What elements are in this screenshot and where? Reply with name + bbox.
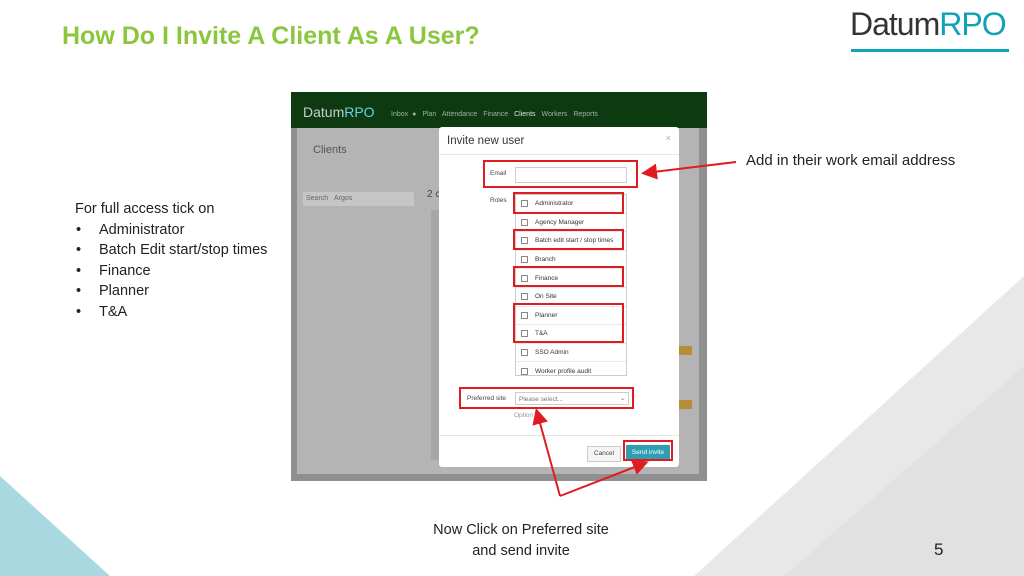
- checkbox[interactable]: [521, 367, 528, 375]
- search-label: Search: [306, 195, 329, 202]
- highlight-finance: [513, 266, 624, 287]
- search-value: Argos: [334, 195, 353, 202]
- slide-title: How Do I Invite A Client As A User?: [62, 22, 480, 50]
- nav-attendance[interactable]: Attendance: [442, 111, 477, 118]
- checkbox[interactable]: [521, 256, 528, 264]
- close-icon[interactable]: ×: [666, 133, 671, 143]
- nav-inbox[interactable]: Inbox: [391, 111, 408, 118]
- page-number: 5: [934, 540, 944, 559]
- highlight-preferred-site: [459, 387, 634, 409]
- app-navbar: DatumRPO Inbox ● Plan Attendance Finance …: [291, 92, 707, 128]
- instruction-item: Finance: [75, 261, 267, 282]
- datumrpo-logo: DatumRPO: [850, 6, 1007, 42]
- highlight-batch-edit: [513, 229, 624, 250]
- app-logo: DatumRPO: [303, 104, 375, 120]
- modal-divider: [439, 154, 679, 155]
- cancel-button[interactable]: Cancel: [587, 446, 621, 462]
- checkbox[interactable]: [521, 349, 528, 357]
- client-search[interactable]: Search Argos: [303, 192, 414, 206]
- highlight-email: [483, 160, 638, 188]
- nav-reports[interactable]: Reports: [573, 111, 598, 118]
- app-menu: Inbox ● Plan Attendance Finance Clients W…: [391, 111, 602, 118]
- instruction-item: T&A: [75, 302, 267, 323]
- nav-plan[interactable]: Plan: [422, 111, 436, 118]
- role-sso-admin[interactable]: SSO Admin: [516, 344, 626, 363]
- checkbox[interactable]: [521, 218, 528, 226]
- nav-dot-icon: ●: [412, 111, 417, 118]
- bottom-callout: Now Click on Preferred site and send inv…: [410, 520, 632, 562]
- roles-label: Roles: [490, 197, 507, 204]
- highlight-administrator: [513, 192, 624, 214]
- highlight-planner-ta: [513, 303, 624, 343]
- bottom-callout-line1: Now Click on Preferred site: [433, 522, 609, 538]
- modal-title: Invite new user: [447, 135, 525, 147]
- clients-page-title: Clients: [313, 144, 347, 156]
- instruction-item: Planner: [75, 281, 267, 302]
- nav-clients[interactable]: Clients: [514, 111, 535, 118]
- corner-decoration-left: [0, 476, 110, 576]
- instructions-block: For full access tick on Administrator Ba…: [75, 199, 267, 323]
- highlight-send-invite: [623, 440, 673, 461]
- nav-workers[interactable]: Workers: [541, 111, 567, 118]
- modal-footer-divider: [439, 435, 679, 436]
- corner-decoration-right-inner: [784, 366, 1024, 576]
- nav-finance[interactable]: Finance: [483, 111, 508, 118]
- instruction-item: Administrator: [75, 220, 267, 241]
- email-callout: Add in their work email address: [746, 152, 956, 169]
- instruction-item: Batch Edit start/stop times: [75, 240, 267, 261]
- checkbox[interactable]: [521, 293, 528, 301]
- instructions-list: Administrator Batch Edit start/stop time…: [75, 220, 267, 323]
- options-text: Option: [514, 412, 534, 419]
- role-worker-profile-audit[interactable]: Worker profile audit: [516, 362, 626, 375]
- bottom-callout-line2: and send invite: [472, 543, 570, 559]
- instructions-intro: For full access tick on: [75, 201, 215, 217]
- logo-underline: [851, 49, 1009, 52]
